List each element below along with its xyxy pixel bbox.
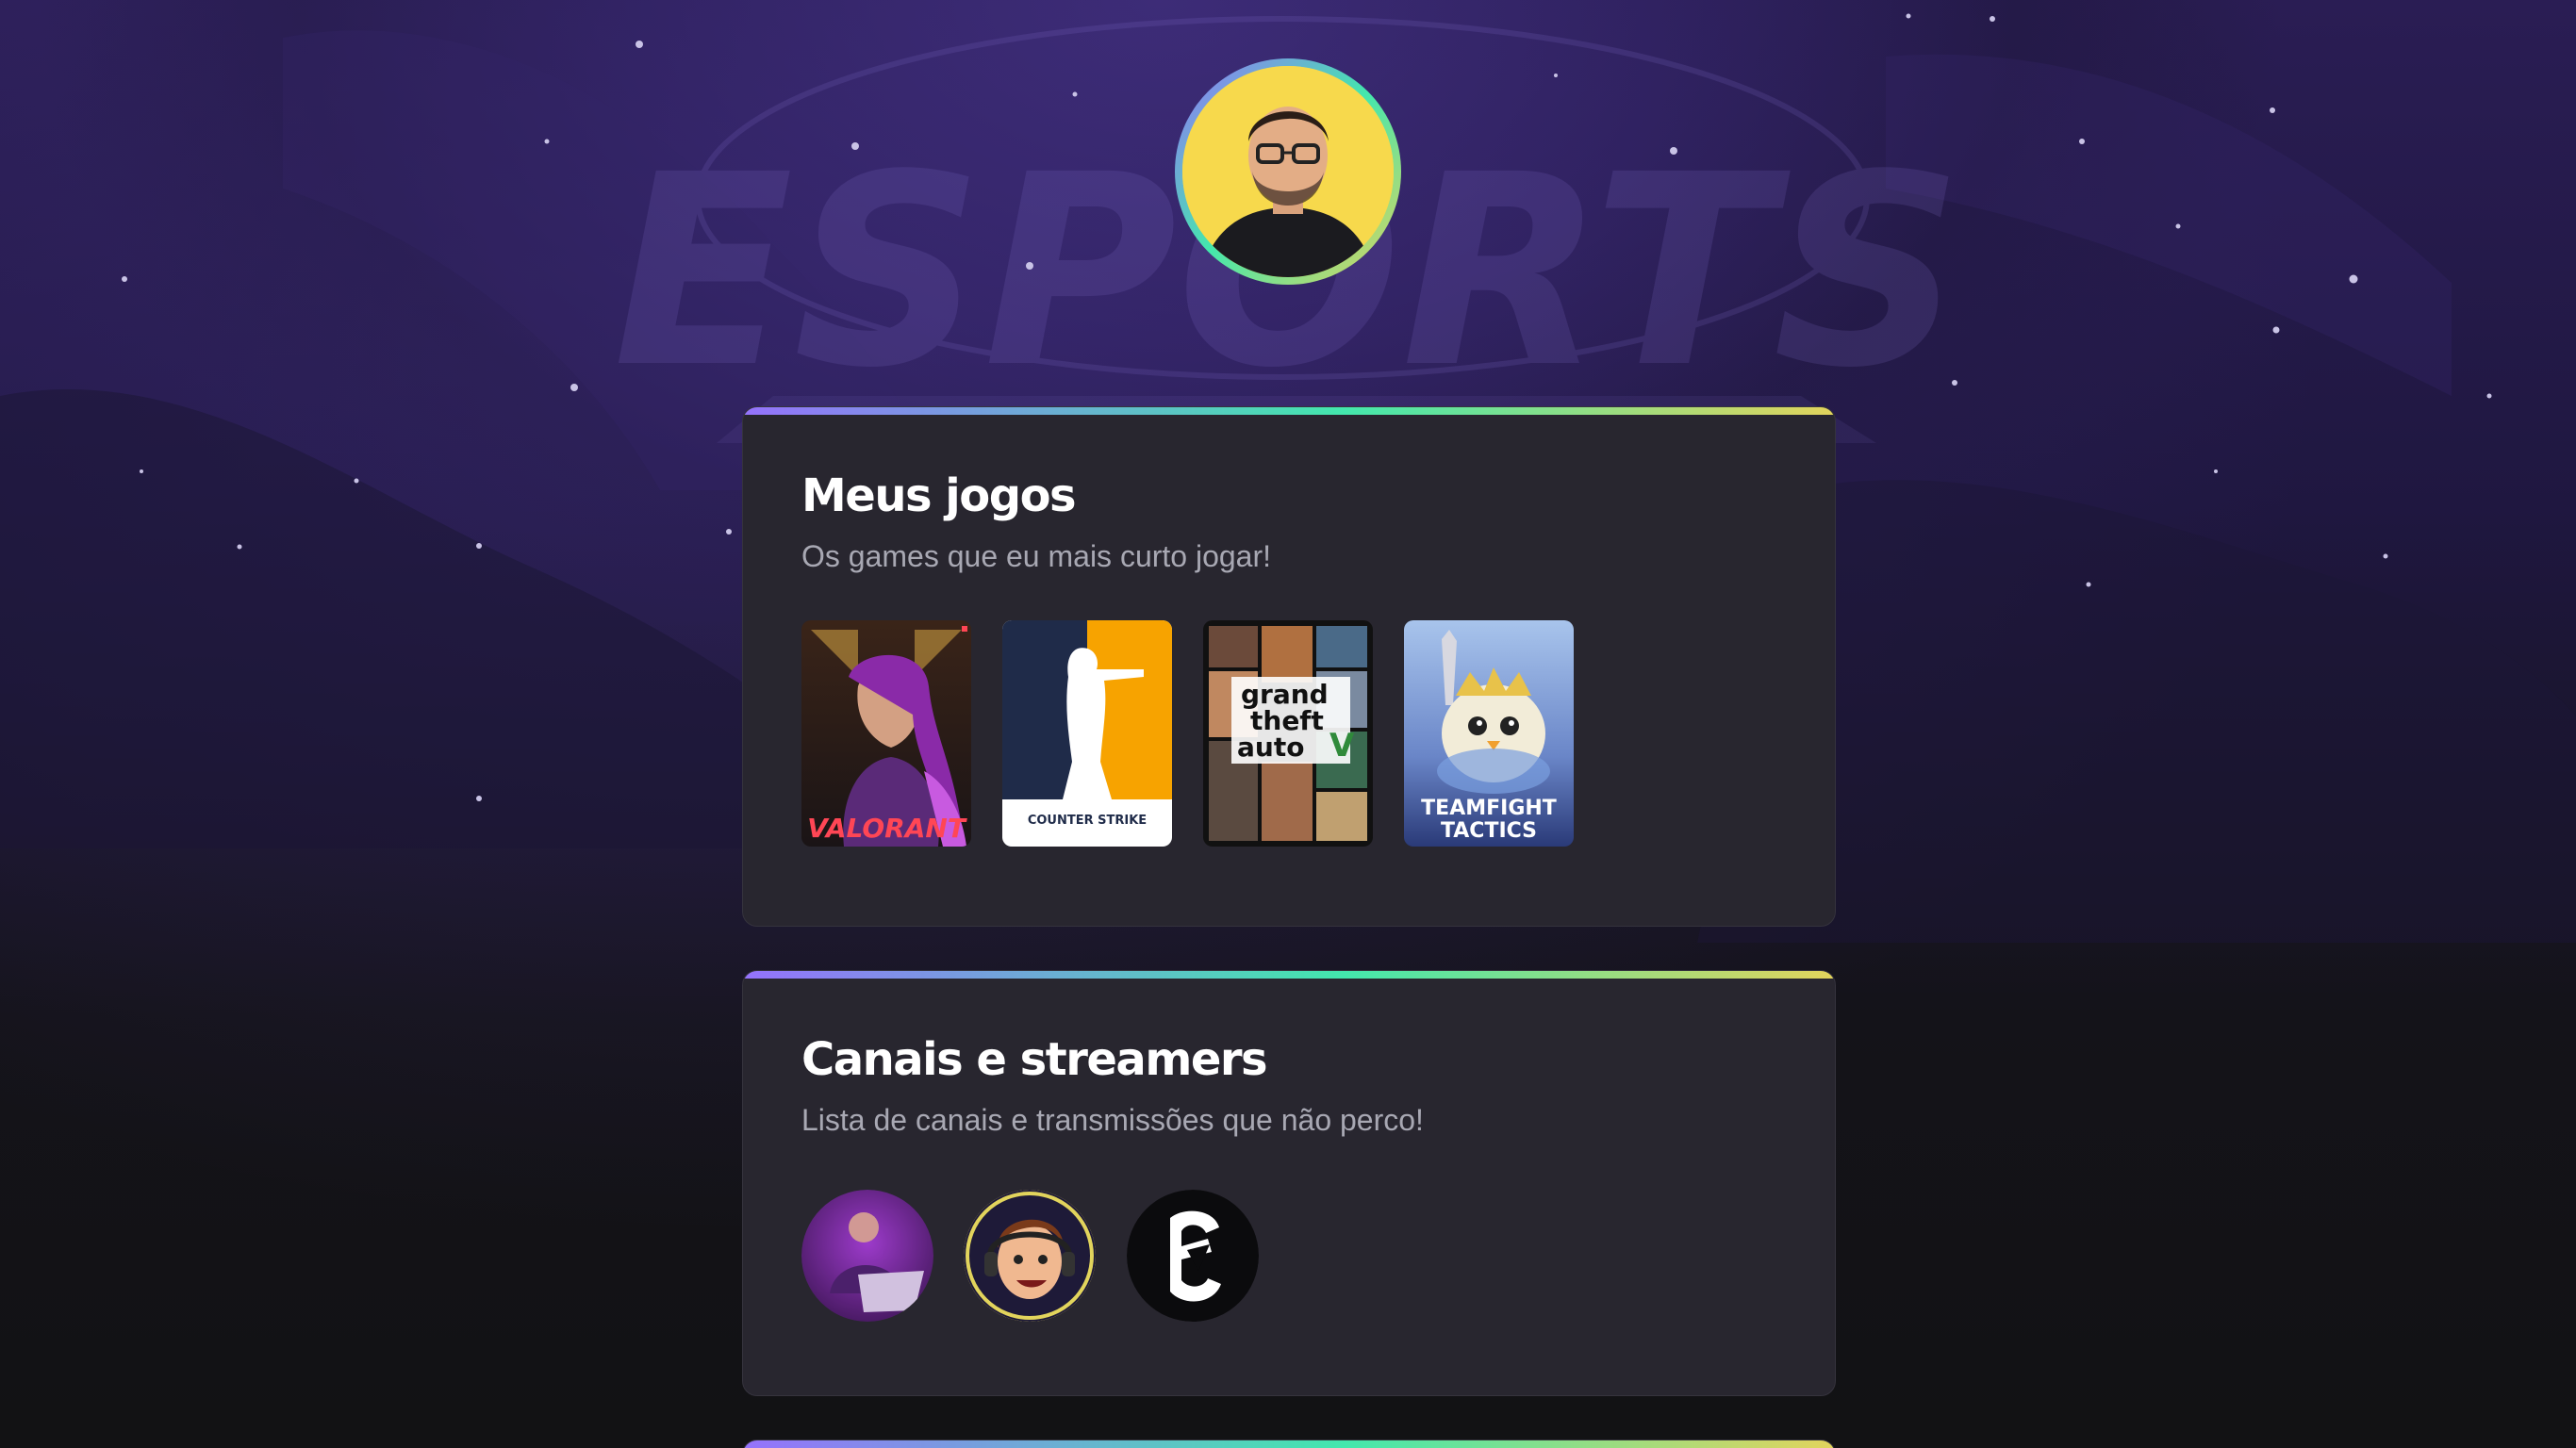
- gta-roman-numeral: V: [1329, 727, 1355, 765]
- profile-photo: [1182, 66, 1394, 277]
- game-cover-teamfight-tactics[interactable]: TEAMFIGHT TACTICS: [1404, 620, 1574, 847]
- streamers-subtitle: Lista de canais e transmissões que não p…: [801, 1103, 1424, 1137]
- gta-word-3: auto: [1237, 732, 1304, 763]
- games-card: Meus jogos Os games que eu mais curto jo…: [742, 406, 1836, 927]
- streamer-avatar-1[interactable]: [801, 1190, 933, 1322]
- tft-logo-line-1: TEAMFIGHT: [1421, 797, 1557, 820]
- games-subtitle: Os games que eu mais curto jogar!: [801, 539, 1272, 573]
- game-cover-valorant[interactable]: VALORANT: [801, 620, 971, 847]
- cs-logo-text: COUNTER STRIKE: [1028, 814, 1147, 828]
- tft-logo-line-2: TACTICS: [1441, 819, 1537, 843]
- streamers-title: Canais e streamers: [801, 1033, 1268, 1086]
- games-title: Meus jogos: [801, 469, 1077, 522]
- game-cover-counter-strike[interactable]: COUNTER STRIKE: [1002, 620, 1172, 847]
- game-cover-gta-v[interactable]: grand theft auto V: [1203, 620, 1373, 847]
- page: ESPORTS: [0, 0, 2576, 1448]
- next-card: [742, 1440, 1836, 1448]
- streamer-avatar-2[interactable]: [964, 1190, 1096, 1322]
- streamer-avatar-3[interactable]: [1127, 1190, 1259, 1322]
- valorant-logo-text: VALORANT: [807, 813, 967, 844]
- streamers-card: Canais e streamers Lista de canais e tra…: [742, 970, 1836, 1396]
- profile-avatar: [1175, 58, 1401, 285]
